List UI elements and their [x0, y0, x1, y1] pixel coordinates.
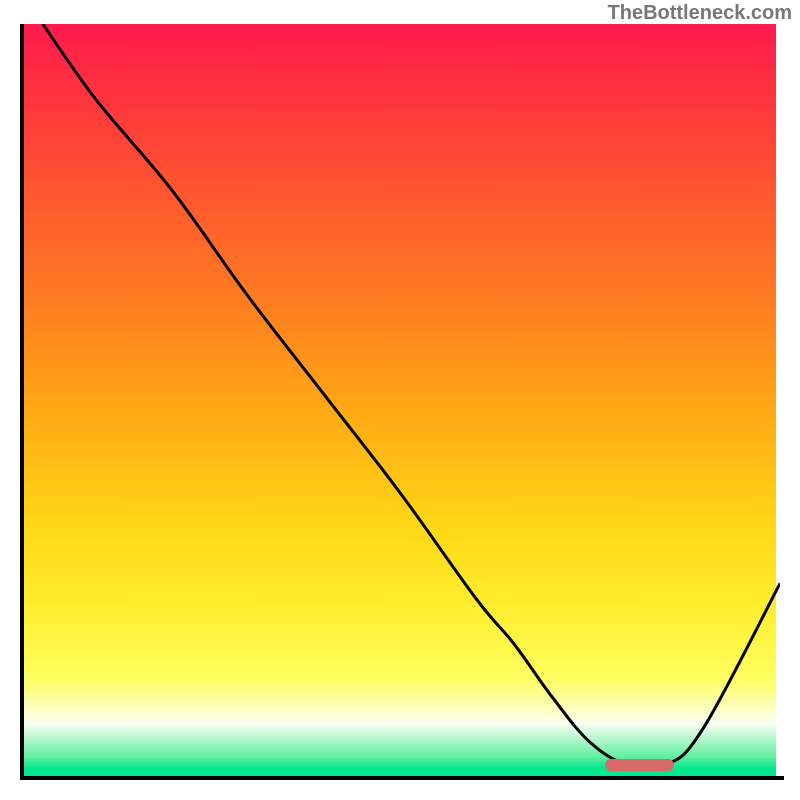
- optimal-range-marker: [605, 759, 673, 771]
- watermark-text: TheBottleneck.com: [608, 2, 792, 25]
- y-axis: [20, 24, 24, 780]
- plot-area: [20, 24, 780, 780]
- bottleneck-curve: [20, 24, 780, 780]
- chart-container: TheBottleneck.com: [0, 0, 800, 800]
- x-axis: [20, 776, 784, 780]
